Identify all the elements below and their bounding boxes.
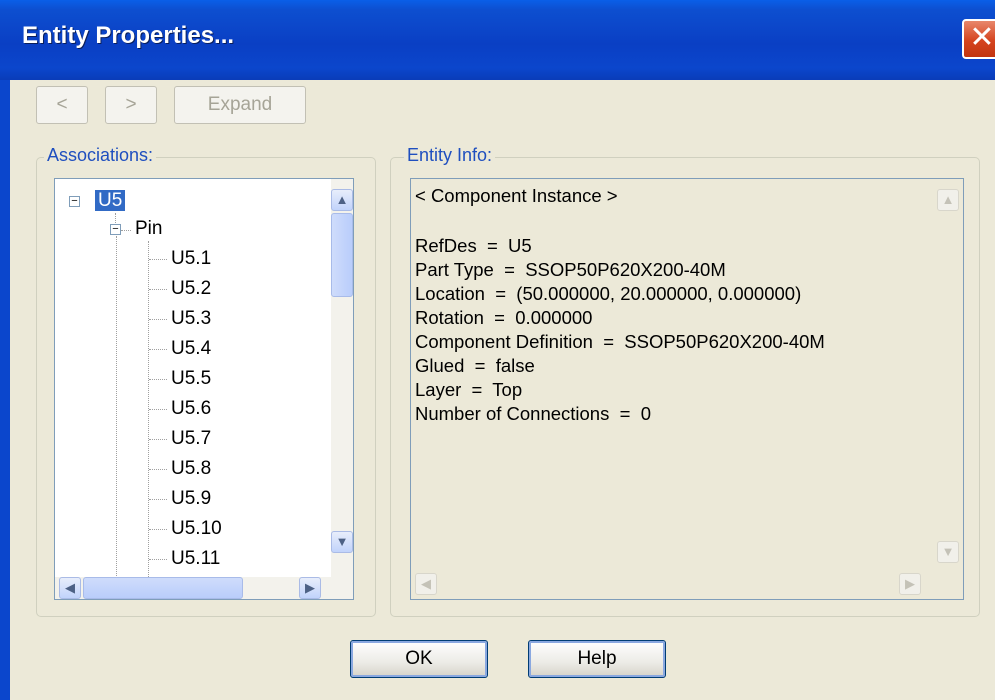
tree-item-pin[interactable]: Pin — [135, 217, 162, 241]
entity-properties-dialog: Entity Properties... ✕ < > Expand Associ… — [0, 0, 995, 700]
collapse-icon[interactable]: − — [69, 196, 80, 207]
info-line: RefDes = U5 — [415, 235, 532, 256]
tree-connector — [121, 230, 131, 231]
tree-item-pin-8[interactable]: U5.8 — [171, 457, 211, 481]
tree-connector — [149, 379, 167, 380]
collapse-icon[interactable]: − — [110, 224, 121, 235]
scroll-down-icon[interactable]: ▼ — [331, 531, 353, 553]
window-border — [0, 80, 10, 700]
tree-connector — [149, 439, 167, 440]
info-line: Layer = Top — [415, 379, 523, 400]
entity-info-textbox[interactable]: < Component Instance > RefDes = U5 Part … — [410, 178, 964, 600]
tree-item-pin-5[interactable]: U5.5 — [171, 367, 211, 391]
info-line: Number of Connections = 0 — [415, 403, 652, 424]
scroll-left-icon[interactable]: ◀ — [415, 573, 437, 595]
scroll-up-icon[interactable]: ▲ — [937, 189, 959, 211]
back-button[interactable]: < — [36, 86, 88, 124]
tree-item-pin-7[interactable]: U5.7 — [171, 427, 211, 451]
tree-item-root[interactable]: U5 — [95, 189, 126, 213]
tree-item-root-label: U5 — [95, 190, 126, 211]
scroll-right-icon[interactable]: ▶ — [299, 577, 321, 599]
tree-connector — [116, 236, 117, 599]
help-button[interactable]: Help — [528, 640, 666, 678]
tree-item-pin-1[interactable]: U5.1 — [171, 247, 211, 271]
tree-item-pin-2[interactable]: U5.2 — [171, 277, 211, 301]
tree-vertical-scroll-thumb[interactable] — [331, 213, 353, 297]
scroll-up-icon[interactable]: ▲ — [331, 189, 353, 211]
associations-tree[interactable]: − U5 − Pin U5.1 U5.2 U5.3 U5.4 U5.5 U5.6… — [54, 178, 354, 600]
title-bar[interactable]: Entity Properties... ✕ — [0, 0, 995, 80]
tree-connector — [149, 319, 167, 320]
scroll-right-icon[interactable]: ▶ — [899, 573, 921, 595]
scroll-down-icon[interactable]: ▼ — [937, 541, 959, 563]
tree-connector — [149, 559, 167, 560]
info-line: Rotation = 0.000000 — [415, 307, 593, 328]
entity-info-label: Entity Info: — [404, 145, 496, 166]
tree-horizontal-scroll-thumb[interactable] — [83, 577, 243, 599]
tree-connector — [149, 349, 167, 350]
tree-item-pin-10[interactable]: U5.10 — [171, 517, 222, 541]
info-line: Glued = false — [415, 355, 535, 376]
tree-connector — [149, 469, 167, 470]
forward-button[interactable]: > — [105, 86, 157, 124]
associations-label: Associations: — [44, 145, 157, 166]
tree-connector — [149, 499, 167, 500]
info-line: Location = (50.000000, 20.000000, 0.0000… — [415, 283, 802, 304]
window-title: Entity Properties... — [22, 22, 235, 49]
ok-button[interactable]: OK — [350, 640, 488, 678]
close-icon[interactable]: ✕ — [962, 19, 995, 59]
expand-button[interactable]: Expand — [174, 86, 306, 124]
info-line: < Component Instance > — [415, 185, 618, 206]
tree-item-pin-6[interactable]: U5.6 — [171, 397, 211, 421]
tree-connector — [149, 289, 167, 290]
info-line: Component Definition = SSOP50P620X200-40… — [415, 331, 825, 352]
tree-connector — [149, 529, 167, 530]
tree-connector — [149, 259, 167, 260]
tree-item-pin-3[interactable]: U5.3 — [171, 307, 211, 331]
tree-item-pin-4[interactable]: U5.4 — [171, 337, 211, 361]
tree-item-pin-9[interactable]: U5.9 — [171, 487, 211, 511]
scroll-left-icon[interactable]: ◀ — [59, 577, 81, 599]
info-line: Part Type = SSOP50P620X200-40M — [415, 259, 726, 280]
tree-connector — [148, 241, 149, 599]
tree-item-pin-11[interactable]: U5.11 — [171, 547, 220, 571]
tree-connector — [149, 409, 167, 410]
